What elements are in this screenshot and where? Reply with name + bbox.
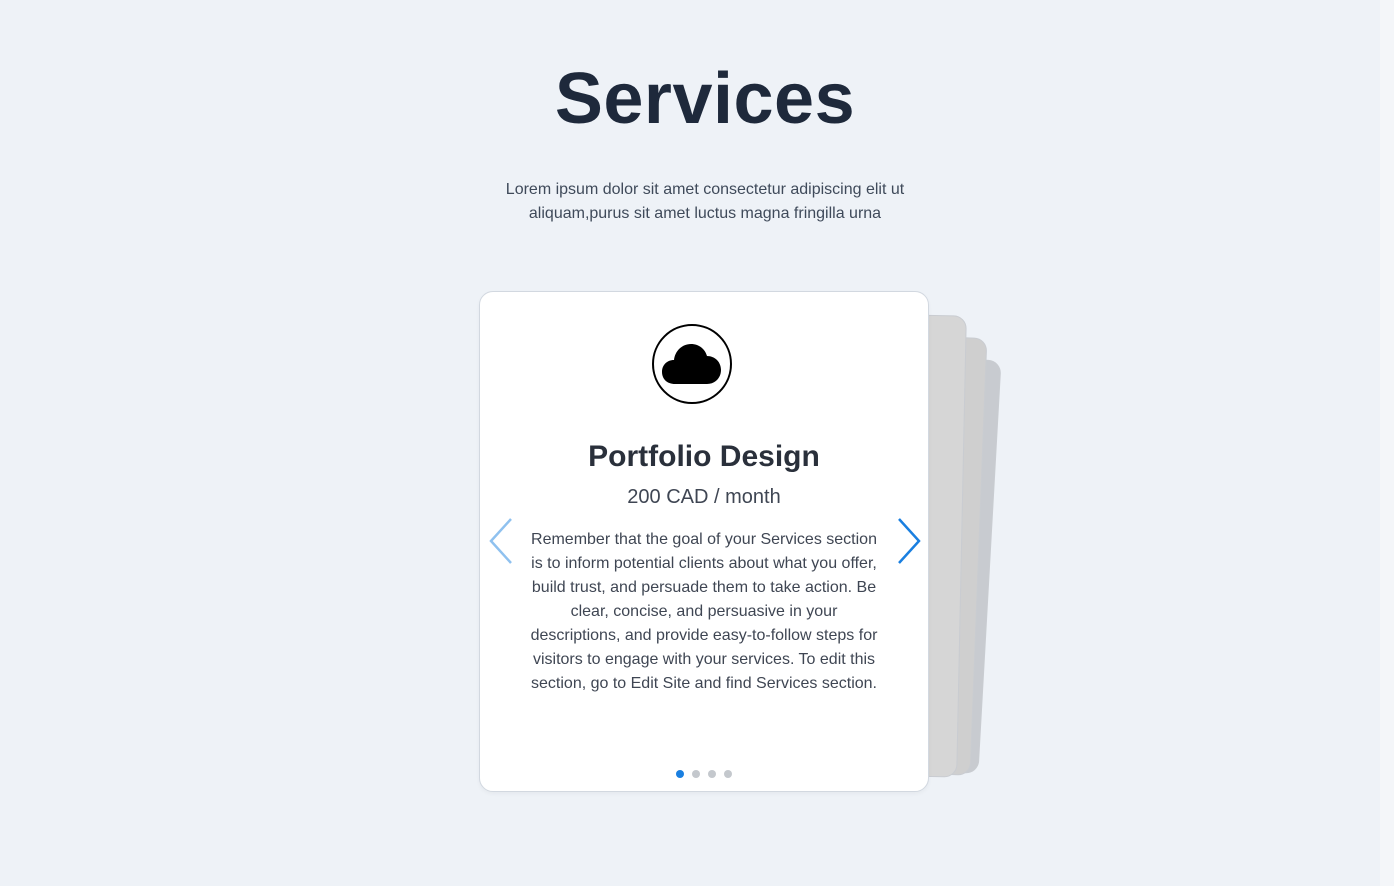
chevron-right-icon	[898, 518, 921, 564]
services-page: Services Lorem ipsum dolor sit amet cons…	[0, 0, 1394, 886]
pagination-dot-4[interactable]	[724, 770, 732, 778]
service-price: 200 CAD / month	[627, 486, 781, 508]
service-description: Remember that the goal of your Services …	[530, 531, 878, 692]
carousel-next-button[interactable]	[894, 516, 924, 566]
pagination-dot-1[interactable]	[676, 770, 684, 778]
cloud-icon-glyph	[662, 344, 721, 384]
section-title: Services	[554, 59, 856, 139]
carousel-prev-button[interactable]	[486, 516, 516, 566]
pagination-dot-2[interactable]	[692, 770, 700, 778]
chevron-left-icon	[489, 518, 512, 564]
section-subtitle: Lorem ipsum dolor sit amet consectetur a…	[505, 181, 905, 222]
service-title: Portfolio Design	[588, 440, 820, 473]
service-card: Portfolio Design 200 CAD / month Remembe…	[479, 291, 929, 792]
cloud-icon	[652, 324, 732, 404]
pagination-dot-3[interactable]	[708, 770, 716, 778]
carousel-pagination	[480, 770, 928, 778]
